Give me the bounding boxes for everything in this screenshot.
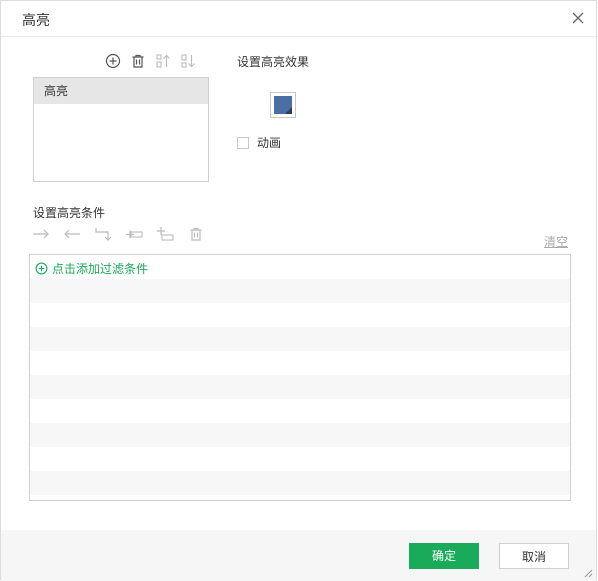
table-row	[30, 447, 570, 471]
insert-below-icon[interactable]	[156, 225, 174, 243]
list-item[interactable]: 高亮	[34, 78, 208, 104]
dialog-title: 高亮	[22, 13, 50, 29]
table-row	[30, 375, 570, 399]
table-row	[30, 279, 570, 303]
table-row	[30, 471, 570, 495]
highlight-dialog: 高亮 高亮 设置高亮效果 动画 设置高亮条件 清空 点击添加过滤条件 确定 取消	[0, 0, 597, 581]
list-toolbar	[104, 52, 197, 70]
table-row	[30, 327, 570, 351]
indent-left-icon[interactable]	[63, 225, 81, 243]
table-row	[30, 423, 570, 447]
clear-conditions-link[interactable]: 清空	[544, 233, 568, 250]
color-swatch-fill	[274, 96, 292, 114]
highlight-color-picker[interactable]	[270, 92, 296, 118]
title-bar: 高亮	[1, 1, 596, 37]
animation-label: 动画	[257, 136, 282, 150]
ok-button[interactable]: 确定	[409, 543, 479, 569]
animation-checkbox[interactable]	[237, 136, 249, 149]
add-circle-icon	[35, 262, 48, 275]
add-filter-label: 点击添加过滤条件	[52, 262, 149, 276]
dialog-footer: 确定 取消	[1, 530, 596, 581]
close-icon[interactable]	[570, 10, 586, 26]
condition-section-label: 设置高亮条件	[33, 206, 106, 220]
effect-section-label: 设置高亮效果	[237, 55, 310, 69]
table-row	[30, 351, 570, 375]
move-up-icon[interactable]	[154, 52, 172, 70]
highlight-rule-list: 高亮	[33, 77, 209, 182]
add-filter-button[interactable]: 点击添加过滤条件	[35, 260, 148, 277]
wrap-icon[interactable]	[94, 225, 112, 243]
delete-icon[interactable]	[187, 225, 205, 243]
delete-icon[interactable]	[129, 52, 147, 70]
table-row	[30, 399, 570, 423]
condition-area: 点击添加过滤条件	[29, 254, 571, 501]
insert-above-icon[interactable]	[125, 225, 143, 243]
condition-toolbar	[32, 225, 205, 243]
cancel-button[interactable]: 取消	[499, 543, 569, 569]
resize-handle-icon[interactable]	[583, 568, 593, 578]
add-icon[interactable]	[104, 52, 122, 70]
table-row	[30, 303, 570, 327]
move-down-icon[interactable]	[179, 52, 197, 70]
indent-right-icon[interactable]	[32, 225, 50, 243]
animation-option: 动画	[237, 134, 281, 151]
